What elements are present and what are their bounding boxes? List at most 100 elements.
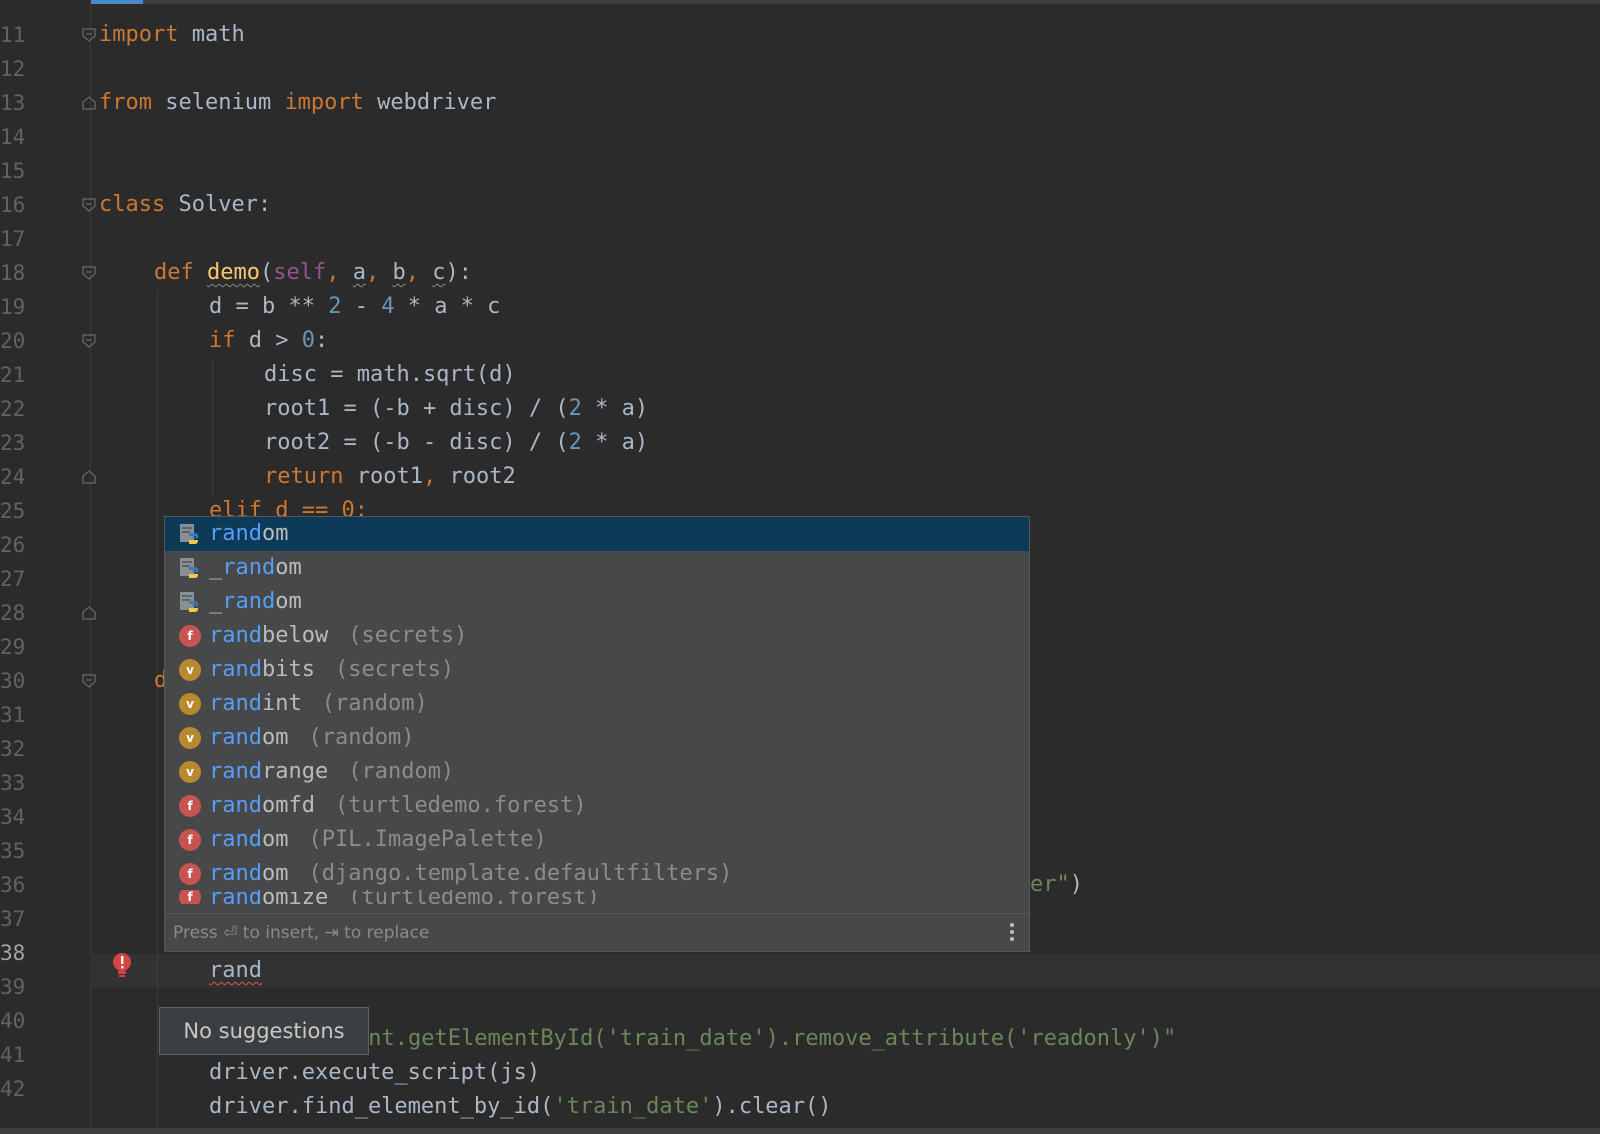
fold-marker-icon[interactable]	[82, 198, 96, 212]
completion-item[interactable]: v randrange (random)	[165, 754, 1029, 789]
tooltip-text: No suggestions	[183, 1019, 345, 1043]
line-number: 18	[0, 261, 26, 285]
completion-item[interactable]: f random (django.template.defaultfilters)	[165, 856, 1029, 891]
function-icon-badge: f	[179, 862, 201, 885]
completion-item[interactable]: f random (PIL.ImagePalette)	[165, 822, 1029, 857]
completion-item[interactable]: v randbits (secrets)	[165, 652, 1029, 687]
code-line-22[interactable]: root1 = (-b + disc) / (2 * a)	[264, 392, 648, 426]
completion-item[interactable]: f randbelow (secrets)	[165, 618, 1029, 653]
line-number: 13	[0, 91, 26, 115]
line-number: 12	[0, 57, 26, 81]
completion-item-location: (django.template.defaultfilters)	[308, 861, 733, 886]
completion-item-label: random	[209, 521, 289, 546]
code-line-18[interactable]: def demo(self, a, b, c):	[154, 256, 472, 290]
python-module-icon	[179, 523, 201, 545]
code-line-13[interactable]: from selenium import webdriver	[99, 86, 496, 120]
code-completion-popup[interactable]: random _random _random f randbelow (secrets) v…	[164, 516, 1030, 952]
completion-footer-text: Press ⏎ to insert, ⇥ to replace	[173, 923, 430, 943]
line-number: 29	[0, 635, 26, 659]
completion-item-location: (turtledemo.forest)	[334, 793, 587, 818]
fold-marker-icon[interactable]	[82, 96, 96, 110]
line-number: 20	[0, 329, 26, 353]
code-line-36[interactable]: er")	[1030, 868, 1083, 902]
line-number: 30	[0, 669, 26, 693]
function-icon: f	[179, 862, 201, 885]
completion-item-label: random	[209, 827, 289, 852]
function-icon-badge: f	[179, 828, 201, 851]
line-number: 19	[0, 295, 26, 319]
error-lightbulb-icon[interactable]	[111, 952, 133, 980]
completion-item-location: (secrets)	[348, 623, 468, 648]
editor-bottom-bar	[0, 1128, 1600, 1134]
variable-icon: v	[179, 760, 201, 783]
indent-guide	[157, 290, 158, 1134]
line-number: 26	[0, 533, 26, 557]
code-line-42[interactable]: driver.find_element_by_id('train_date').…	[209, 1090, 832, 1124]
line-number: 34	[0, 805, 26, 829]
line-number: 14	[0, 125, 26, 149]
completion-item-location: (turtledemo.forest)	[348, 890, 600, 904]
line-number: 42	[0, 1077, 26, 1101]
completion-item[interactable]: random	[165, 517, 1029, 551]
variable-icon: v	[179, 726, 201, 749]
code-line-21[interactable]: disc = math.sqrt(d)	[264, 358, 516, 392]
completion-item[interactable]: _random	[165, 584, 1029, 619]
fold-marker-icon[interactable]	[82, 470, 96, 484]
completion-item-label: randbits	[209, 657, 315, 682]
function-icon: f	[179, 890, 201, 904]
completion-item[interactable]: f randomize (turtledemo.forest)	[165, 890, 1029, 904]
completion-item[interactable]: v random (random)	[165, 720, 1029, 755]
code-line-19[interactable]: d = b ** 2 - 4 * a * c	[209, 290, 500, 324]
code-line-11[interactable]: import math	[99, 18, 245, 52]
line-number: 38	[0, 941, 26, 965]
line-number: 23	[0, 431, 26, 455]
line-number: 33	[0, 771, 26, 795]
completion-item-location: (random)	[321, 691, 428, 716]
fold-marker-icon[interactable]	[82, 28, 96, 42]
completion-item[interactable]: f randomfd (turtledemo.forest)	[165, 788, 1029, 823]
fold-marker-icon[interactable]	[82, 606, 96, 620]
line-number: 31	[0, 703, 26, 727]
code-line-20[interactable]: if d > 0:	[209, 324, 328, 358]
completion-footer-hint: Press ⏎ to insert, ⇥ to replace	[165, 913, 1029, 951]
code-line-38[interactable]: rand	[209, 954, 262, 988]
variable-icon: v	[179, 692, 201, 715]
line-number: 32	[0, 737, 26, 761]
completion-item-label: _random	[209, 589, 302, 614]
completion-item-location: (PIL.ImagePalette)	[308, 827, 547, 852]
variable-icon-badge: v	[179, 692, 201, 715]
completion-item-location: (secrets)	[334, 657, 455, 682]
line-number: 28	[0, 601, 26, 625]
variable-icon-badge: v	[179, 760, 201, 783]
fold-marker-icon[interactable]	[82, 674, 96, 688]
completion-item-label: randint	[209, 691, 302, 716]
completion-item[interactable]: _random	[165, 550, 1029, 585]
line-number: 11	[0, 23, 26, 47]
variable-icon-badge: v	[179, 658, 201, 681]
code-line-16[interactable]: class Solver:	[99, 188, 271, 222]
function-icon-badge: f	[179, 624, 201, 647]
completion-item-label: randrange	[209, 759, 329, 784]
code-line-24[interactable]: return root1, root2	[264, 460, 516, 494]
code-line-23[interactable]: root2 = (-b - disc) / (2 * a)	[264, 426, 648, 460]
fold-marker-icon[interactable]	[82, 266, 96, 280]
line-number: 24	[0, 465, 26, 489]
completion-item-location: (random)	[348, 759, 455, 784]
more-options-icon[interactable]	[1009, 923, 1015, 945]
line-number: 21	[0, 363, 26, 387]
completion-item-label: random	[209, 725, 289, 750]
python-module-icon	[179, 557, 201, 579]
line-number: 37	[0, 907, 26, 931]
line-number: 40	[0, 1009, 26, 1033]
completion-item-location: (random)	[308, 725, 415, 750]
completion-item-label: random	[209, 861, 289, 886]
code-line-40[interactable]: ent.getElementById('train_date').remove_…	[355, 1022, 1176, 1056]
fold-marker-icon[interactable]	[82, 334, 96, 348]
completion-item[interactable]: v randint (random)	[165, 686, 1029, 721]
current-line-highlight	[90, 954, 1600, 988]
line-number: 27	[0, 567, 26, 591]
python-module-icon	[179, 591, 201, 613]
code-line-41[interactable]: driver.execute_script(js)	[209, 1056, 540, 1090]
completion-list[interactable]: random _random _random f randbelow (secrets) v…	[165, 517, 1029, 913]
line-number: 22	[0, 397, 26, 421]
